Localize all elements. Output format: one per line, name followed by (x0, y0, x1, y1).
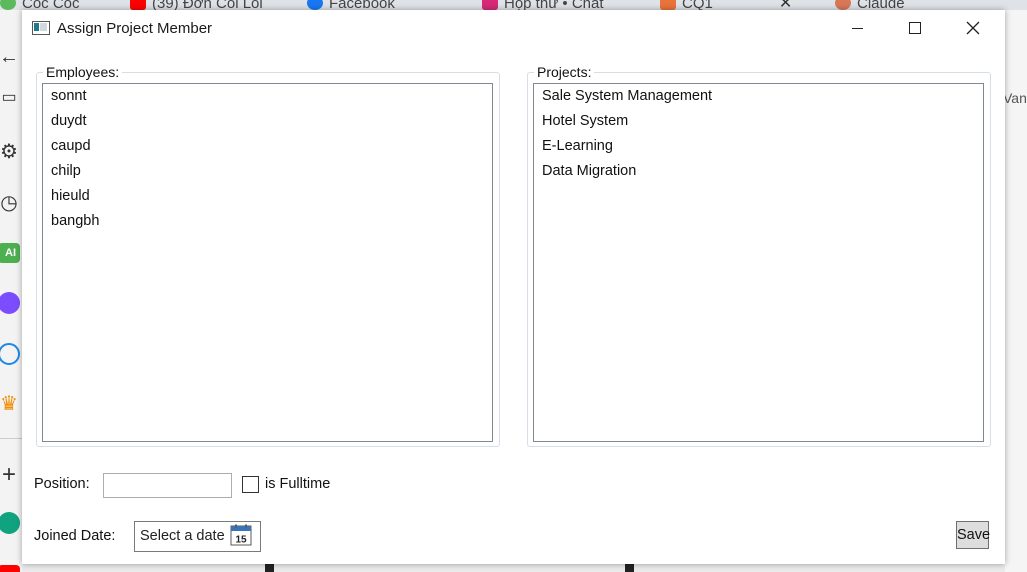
gear-icon[interactable]: ⚙ (0, 138, 22, 164)
background-strip (22, 564, 1005, 572)
list-item[interactable]: duydt (43, 109, 492, 134)
position-input[interactable] (103, 473, 232, 498)
app-icon (660, 0, 676, 10)
crown-icon[interactable]: ♛ (0, 390, 22, 416)
zalo-icon[interactable] (0, 341, 22, 367)
browser-tab[interactable]: Claude (835, 0, 905, 10)
position-label: Position: (34, 476, 90, 492)
title-bar[interactable]: Assign Project Member (22, 10, 1005, 46)
browser-tab[interactable]: CQ1 ✕ (660, 0, 792, 10)
minimize-icon (851, 27, 863, 29)
list-item[interactable]: Sale System Management (534, 84, 983, 109)
instagram-icon (482, 0, 498, 10)
close-tab-icon[interactable]: ✕ (779, 0, 792, 10)
minimize-button[interactable] (828, 10, 886, 46)
browser-tab[interactable]: (39) Đơn Côi Lối (130, 0, 263, 10)
close-icon (966, 21, 980, 35)
browser-tab-label: (39) Đơn Côi Lối (152, 0, 263, 10)
browser-tab[interactable]: Cốc Cốc (0, 0, 80, 10)
facebook-icon (307, 0, 323, 10)
calendar-day: 15 (235, 535, 247, 546)
coccoc-logo-icon (0, 0, 16, 10)
list-item[interactable]: chilp (43, 159, 492, 184)
background-mark (265, 564, 274, 572)
browser-tab[interactable]: Hộp thư • Chat (482, 0, 604, 10)
maximize-button[interactable] (886, 10, 944, 46)
joined-date-picker[interactable]: Select a date 15 (134, 521, 261, 552)
joined-date-label: Joined Date: (34, 528, 116, 544)
projects-listbox[interactable]: Sale System Management Hotel System E-Lear… (533, 83, 984, 442)
date-placeholder[interactable]: Select a date (140, 528, 225, 544)
list-item[interactable]: caupd (43, 134, 492, 159)
claude-icon (835, 0, 851, 10)
employees-group: Employees: sonnt duydt caupd chilp hieuld ban… (36, 64, 500, 447)
back-arrow-icon[interactable]: ← (0, 44, 22, 70)
app-window-icon (32, 21, 50, 35)
background-page: Vand (1005, 10, 1027, 572)
fulltime-checkbox[interactable] (242, 476, 259, 493)
browser-tab[interactable]: Facebook (307, 0, 395, 10)
browser-tab-label: Claude (857, 0, 905, 10)
assign-project-member-window: Assign Project Member Employees: sonnt du… (22, 10, 1005, 564)
chatgpt-icon[interactable] (0, 510, 22, 536)
save-button[interactable]: Save (956, 521, 990, 549)
list-item[interactable]: bangbh (43, 209, 492, 234)
browser-tab-label: CQ1 (682, 0, 713, 10)
list-item[interactable]: hieuld (43, 184, 492, 209)
browser-tab-label: Cốc Cốc (22, 0, 80, 10)
browser-tab-bar: Cốc Cốc (39) Đơn Côi Lối Facebook Hộp th… (0, 0, 1027, 10)
projects-label: Projects: (534, 64, 595, 80)
fulltime-label[interactable]: is Fulltime (265, 476, 330, 492)
history-icon[interactable]: ◷ (0, 189, 22, 215)
list-item[interactable]: sonnt (43, 84, 492, 109)
add-icon[interactable]: + (0, 461, 22, 488)
background-text: Vand (1005, 90, 1027, 106)
youtube-icon (130, 0, 146, 10)
background-mark (625, 564, 634, 572)
sidebar-divider (0, 438, 22, 439)
youtube-sidebar-icon[interactable] (0, 560, 22, 572)
projects-group: Projects: Sale System Management Hotel Sy… (527, 64, 991, 447)
browser-tab-label: Hộp thư • Chat (504, 0, 604, 10)
messenger-icon[interactable] (0, 290, 22, 316)
employees-label: Employees: (43, 64, 123, 80)
list-item[interactable]: E-Learning (534, 134, 983, 159)
list-item[interactable]: Data Migration (534, 159, 983, 184)
window-title: Assign Project Member (57, 20, 213, 37)
ai-assistant-icon[interactable]: AI (0, 240, 22, 266)
maximize-icon (909, 22, 921, 34)
list-item[interactable]: Hotel System (534, 109, 983, 134)
close-button[interactable] (944, 10, 1002, 46)
browser-sidebar: ← ▭ ⚙ ◷ AI ♛ + (0, 10, 23, 572)
calendar-icon[interactable]: 15 (230, 524, 252, 546)
browser-tab-label: Facebook (329, 0, 395, 10)
employees-listbox[interactable]: sonnt duydt caupd chilp hieuld bangbh (42, 83, 493, 442)
folder-icon[interactable]: ▭ (0, 84, 22, 110)
